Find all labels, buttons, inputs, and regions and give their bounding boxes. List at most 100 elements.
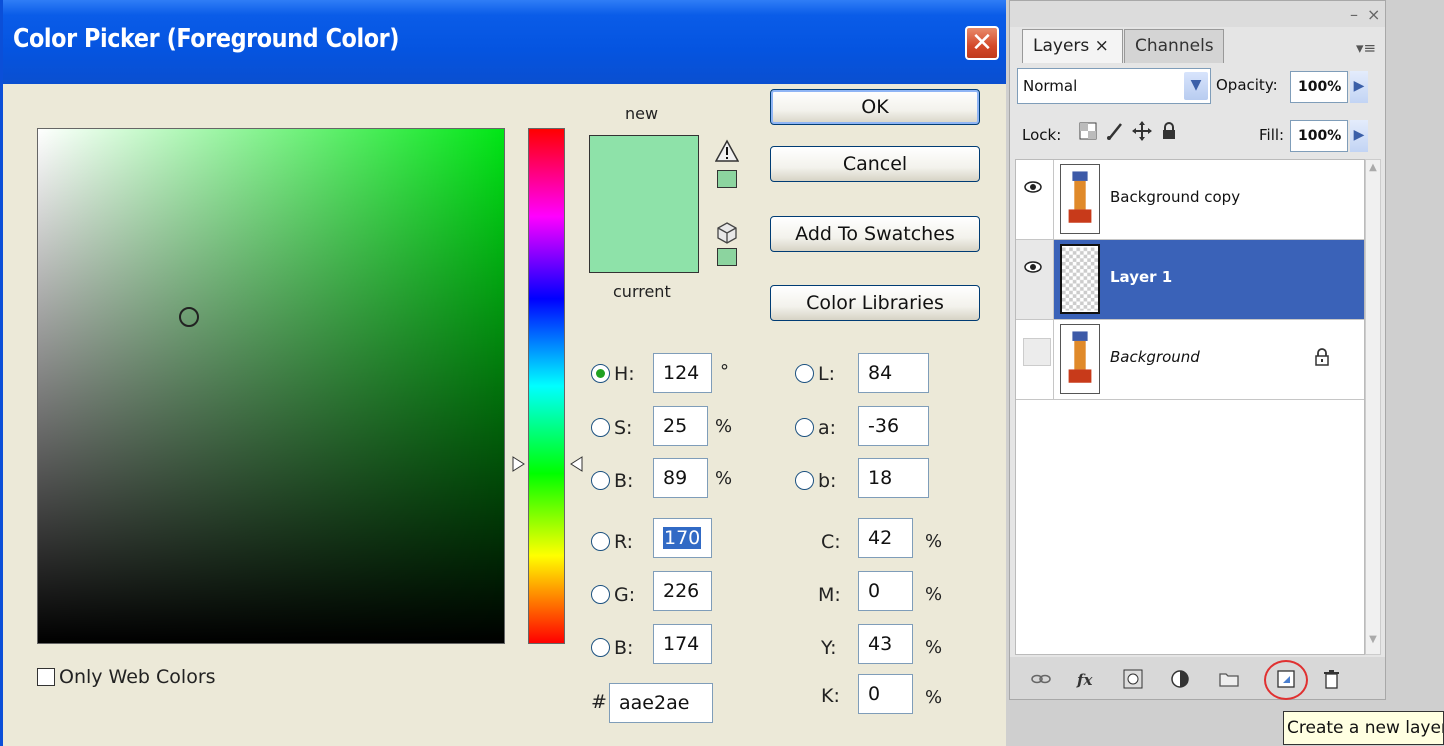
tab-layers[interactable]: Layers × bbox=[1022, 29, 1123, 63]
layers-panel-toolbar: fx bbox=[1010, 657, 1385, 700]
panel-menu-icon[interactable]: ▾≡ bbox=[1356, 39, 1376, 57]
panel-close-icon[interactable]: × bbox=[1367, 5, 1380, 24]
lightness-label: L: bbox=[818, 363, 835, 385]
tab-channels[interactable]: Channels bbox=[1124, 29, 1224, 63]
black-label: K: bbox=[821, 685, 840, 707]
lock-all-icon[interactable] bbox=[1159, 121, 1179, 141]
fill-label: Fill: bbox=[1259, 126, 1285, 144]
minimize-icon[interactable]: – bbox=[1350, 5, 1358, 24]
folder-icon[interactable] bbox=[1218, 669, 1240, 689]
a-channel-radio[interactable] bbox=[795, 418, 814, 437]
svg-text:fx: fx bbox=[1076, 671, 1093, 689]
black-unit: % bbox=[925, 687, 943, 708]
b-channel-label: b: bbox=[818, 470, 837, 492]
hidden-visibility-box[interactable] bbox=[1023, 338, 1051, 366]
hue-label: H: bbox=[614, 363, 635, 385]
web-safe-color-swatch[interactable] bbox=[717, 248, 737, 266]
out-of-gamut-warning-icon[interactable] bbox=[715, 139, 739, 163]
yellow-label: Y: bbox=[821, 637, 837, 659]
add-to-swatches-button[interactable]: Add To Swatches bbox=[770, 216, 980, 252]
cyan-unit: % bbox=[925, 531, 943, 552]
link-layers-icon[interactable] bbox=[1030, 669, 1052, 689]
layer-name: Layer 1 bbox=[1110, 268, 1173, 286]
brightness-radio[interactable] bbox=[591, 471, 610, 490]
layer-mask-icon[interactable] bbox=[1122, 669, 1144, 689]
color-libraries-button[interactable]: Color Libraries bbox=[770, 285, 980, 321]
dialog-title: Color Picker (Foreground Color) bbox=[13, 24, 400, 54]
b-channel-field[interactable]: 18 bbox=[858, 458, 929, 498]
yellow-unit: % bbox=[925, 637, 943, 658]
hue-slider[interactable] bbox=[528, 128, 565, 644]
lock-label: Lock: bbox=[1022, 126, 1062, 144]
hex-label: # bbox=[591, 691, 607, 713]
visibility-cell[interactable] bbox=[1016, 160, 1054, 239]
lightness-field[interactable]: 84 bbox=[858, 353, 929, 393]
eye-icon[interactable] bbox=[1024, 260, 1042, 274]
web-safe-cube-icon[interactable] bbox=[715, 221, 739, 245]
ok-button[interactable]: OK bbox=[770, 89, 980, 125]
a-channel-field[interactable]: -36 bbox=[858, 406, 929, 446]
fill-field[interactable]: 100% bbox=[1290, 120, 1348, 152]
red-field[interactable]: 170 bbox=[653, 518, 712, 558]
lock-position-icon[interactable] bbox=[1132, 121, 1152, 141]
only-web-colors-checkbox[interactable] bbox=[37, 668, 55, 686]
cyan-field[interactable]: 42 bbox=[858, 518, 913, 558]
visibility-cell[interactable] bbox=[1016, 240, 1054, 319]
saturation-field[interactable]: 25 bbox=[653, 406, 708, 446]
magenta-unit: % bbox=[925, 584, 943, 605]
layer-name: Background bbox=[1110, 348, 1200, 366]
opacity-field[interactable]: 100% bbox=[1290, 71, 1348, 103]
magenta-label: M: bbox=[818, 584, 841, 606]
panel-header-bar[interactable]: – × bbox=[1010, 1, 1385, 27]
blue-radio[interactable] bbox=[591, 638, 610, 657]
lock-transparent-pixels-icon[interactable] bbox=[1078, 121, 1098, 141]
opacity-label: Opacity: bbox=[1216, 76, 1278, 94]
brightness-field[interactable]: 89 bbox=[653, 458, 708, 498]
hue-radio[interactable] bbox=[591, 364, 610, 383]
current-color-label: current bbox=[613, 282, 671, 301]
chevron-down-icon[interactable]: ▼ bbox=[1184, 72, 1208, 100]
opacity-arrow-icon[interactable]: ▶ bbox=[1350, 71, 1368, 103]
color-cursor[interactable] bbox=[179, 307, 199, 327]
gamut-color-swatch[interactable] bbox=[717, 170, 737, 188]
layer-row-background[interactable]: Background bbox=[1016, 320, 1364, 400]
hue-field[interactable]: 124 bbox=[653, 353, 712, 393]
green-radio[interactable] bbox=[591, 585, 610, 604]
visibility-cell[interactable] bbox=[1016, 320, 1054, 399]
layer-row-layer-1[interactable]: Layer 1 bbox=[1016, 240, 1364, 320]
saturation-radio[interactable] bbox=[591, 418, 610, 437]
scroll-down-icon[interactable]: ▼ bbox=[1366, 634, 1380, 652]
layers-panel: – × Layers × Channels ▾≡ Normal ▼ Opacit… bbox=[1009, 0, 1386, 700]
adjustment-layer-icon[interactable] bbox=[1170, 669, 1192, 689]
black-field[interactable]: 0 bbox=[858, 674, 913, 714]
scroll-up-icon[interactable]: ▲ bbox=[1366, 162, 1380, 180]
hue-slider-left-arrow-icon[interactable] bbox=[512, 456, 526, 472]
lock-image-pixels-icon[interactable] bbox=[1105, 121, 1125, 141]
red-radio[interactable] bbox=[591, 532, 610, 551]
lightness-radio[interactable] bbox=[795, 364, 814, 383]
magenta-field[interactable]: 0 bbox=[858, 571, 913, 611]
layer-row-background-copy[interactable]: Background copy bbox=[1016, 160, 1364, 240]
dialog-titlebar[interactable]: Color Picker (Foreground Color) ✕ bbox=[3, 0, 1006, 84]
new-layer-icon[interactable] bbox=[1275, 669, 1297, 689]
fill-arrow-icon[interactable]: ▶ bbox=[1350, 120, 1368, 152]
saturation-unit: % bbox=[715, 416, 733, 437]
blue-label: B: bbox=[614, 637, 634, 659]
green-field[interactable]: 226 bbox=[653, 571, 712, 611]
only-web-colors-option[interactable]: Only Web Colors bbox=[37, 666, 216, 688]
hex-field[interactable]: aae2ae bbox=[609, 683, 713, 723]
saturation-brightness-field[interactable] bbox=[37, 128, 505, 644]
eye-icon[interactable] bbox=[1024, 180, 1042, 194]
close-button[interactable]: ✕ bbox=[965, 26, 999, 60]
cancel-button[interactable]: Cancel bbox=[770, 146, 980, 182]
layer-thumbnail bbox=[1060, 244, 1100, 314]
blend-mode-select[interactable]: Normal ▼ bbox=[1017, 68, 1211, 104]
trash-icon[interactable] bbox=[1320, 669, 1342, 689]
hue-slider-right-arrow-icon[interactable] bbox=[569, 456, 583, 472]
layer-list-scrollbar[interactable]: ▲ ▼ bbox=[1365, 159, 1381, 655]
blue-field[interactable]: 174 bbox=[653, 624, 712, 664]
b-channel-radio[interactable] bbox=[795, 471, 814, 490]
yellow-field[interactable]: 43 bbox=[858, 624, 913, 664]
hue-unit: ° bbox=[720, 361, 729, 382]
fx-icon[interactable]: fx bbox=[1076, 669, 1098, 689]
